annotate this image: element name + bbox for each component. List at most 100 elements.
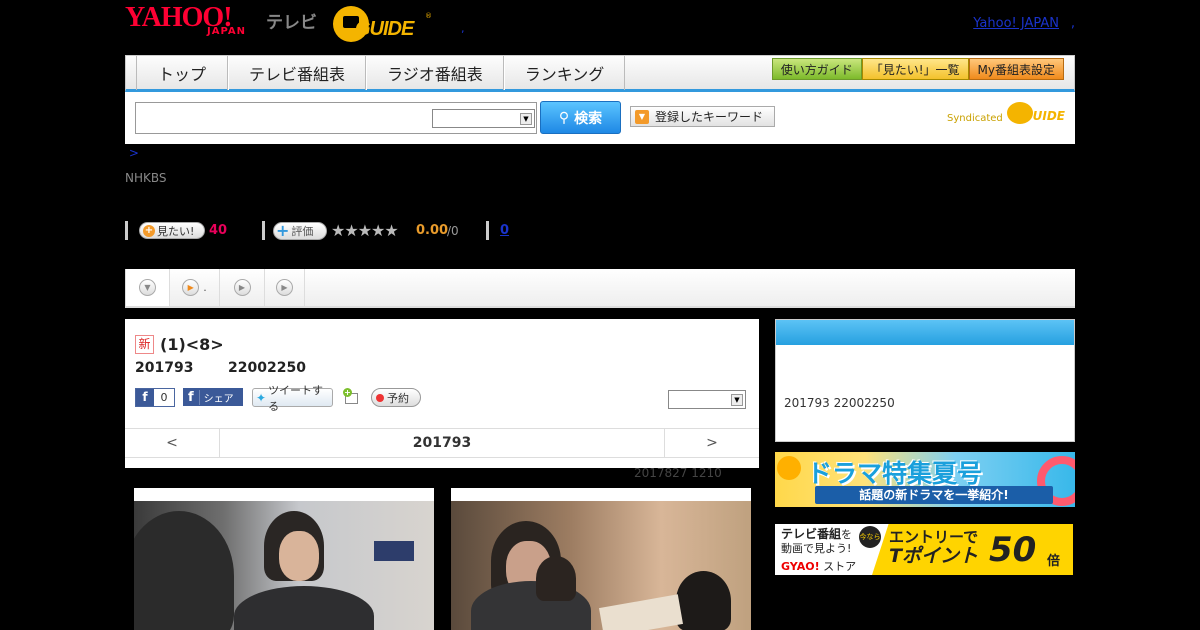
chevron-down-icon: ▼ (520, 113, 532, 125)
drama-banner-title: ドラマ特集夏号 (807, 459, 983, 488)
tab-cast[interactable]: ▶ (220, 269, 265, 306)
rate-button[interactable]: + 評価 (273, 222, 327, 240)
reserve-label: 予約 (387, 391, 409, 405)
chevron-down-icon: ▼ (139, 279, 156, 296)
tpoint-multiplier: 50 (989, 530, 1037, 570)
chevron-down-icon: ▼ (731, 394, 743, 406)
registered-keywords-label: 登録したキーワード (655, 110, 764, 124)
star-icon: ★ (357, 221, 372, 240)
sidebar-header (776, 320, 1074, 345)
gyao-tpoint-banner[interactable]: テレビ番組を 動画で見よう! GYAO! ストア 今なら エントリーで Tポイン… (775, 524, 1073, 575)
twitter-bird-icon: ✦ (256, 390, 267, 405)
plus-icon: + (143, 224, 155, 237)
rate-label: 評価 (291, 225, 314, 238)
nav-tab-ranking[interactable]: ランキング (503, 56, 626, 90)
want-to-watch-label: 見たい! (157, 224, 195, 238)
program-title: (1)<8> (160, 335, 224, 354)
facebook-icon: f (136, 389, 154, 406)
channel-name: NHKBS (125, 171, 167, 185)
header-link-sep: , (1070, 16, 1075, 31)
program-time: 22002250 (228, 360, 306, 376)
gguide-logo[interactable]: GUIDE ® (333, 6, 433, 42)
program-photo-image (451, 501, 751, 630)
breadcrumb: > (125, 146, 139, 160)
tab-detail[interactable]: ▶ . (170, 269, 220, 306)
program-tabs: ▼ ▶ . ▶ ▶ (125, 269, 1075, 308)
plus-icon: + (276, 221, 290, 240)
program-stats: + 見たい! 40 + 評価 ★★★★★ 0.00 /0 0 (125, 221, 725, 241)
gguide-g-icon (1006, 102, 1033, 124)
program-photo-1[interactable] (134, 488, 434, 630)
tv-logo-text[interactable]: テレビ (266, 8, 317, 33)
yahoo-japan-logo-text: JAPAN (207, 26, 246, 37)
prev-episode-button[interactable]: < (125, 429, 220, 458)
program-photo-image (134, 501, 434, 630)
tab-overview[interactable]: ▼ (125, 269, 170, 306)
program-date: 201793 (135, 360, 194, 376)
reserve-button[interactable]: 予約 (371, 388, 421, 407)
play-icon: ▶ (276, 279, 293, 296)
star-icon: ★ (371, 221, 385, 240)
new-badge: 新 (135, 335, 154, 354)
imanara-badge: 今なら (859, 526, 881, 548)
stat-divider (486, 221, 489, 240)
nav-buttons: 使い方ガイド 「見たい!」一覧 My番組表設定 (771, 58, 1064, 80)
facebook-share-button[interactable]: f シェア (183, 388, 243, 406)
play-icon: ▶ (233, 279, 251, 296)
star-icon: ★ (344, 221, 358, 240)
program-photo-2[interactable] (451, 488, 751, 630)
nav-tab-radio-schedule[interactable]: ラジオ番組表 (366, 56, 504, 90)
tweet-label: ツイートする (268, 383, 324, 413)
facebook-icon: f (183, 389, 200, 405)
want-to-watch-list-button[interactable]: 「見たい!」一覧 (861, 58, 969, 80)
tpoint-multiplier-unit: 倍 (1047, 554, 1061, 569)
search-icon: ⚲ (558, 109, 570, 126)
record-dot-icon (376, 393, 384, 402)
play-icon: ▶ (182, 279, 200, 296)
facebook-like-button[interactable]: f 0 (135, 388, 175, 407)
drama-banner-subtitle: 話題の新ドラマを一挙紹介! (815, 486, 1053, 504)
current-episode-date: 201793 (412, 435, 472, 451)
search-button-label: 検索 (574, 110, 603, 127)
tab-related[interactable]: ▶ (265, 269, 305, 306)
want-to-watch-count: 40 (209, 223, 228, 238)
tpoint-entry-text: エントリーで Tポイント (889, 528, 979, 567)
star-icon: ★ (384, 221, 398, 240)
chevron-down-icon: ▼ (635, 109, 649, 124)
usage-guide-button[interactable]: 使い方ガイド (771, 58, 862, 80)
header-dot: , (461, 22, 465, 35)
tweet-button[interactable]: ✦ ツイートする (252, 384, 333, 413)
sun-icon (777, 456, 801, 480)
yahoo-japan-link[interactable]: Yahoo! JAPAN (973, 16, 1059, 31)
registered-keywords-button[interactable]: ▼ 登録したキーワード (630, 106, 775, 127)
site-header: YAHOO! JAPAN テレビ GUIDE ® , Yahoo! JAPAN … (125, 0, 1075, 55)
nav-tabs: トップ テレビ番組表 ラジオ番組表 ランキング (136, 56, 626, 90)
page-wrapper: YAHOO! JAPAN テレビ GUIDE ® , Yahoo! JAPAN … (125, 0, 1075, 630)
want-to-watch-button[interactable]: + 見たい! (139, 222, 205, 239)
program-action-select[interactable]: ▼ (668, 390, 746, 409)
sidebar-broadcast-info: 201793 22002250 (784, 396, 895, 410)
my-schedule-settings-button[interactable]: My番組表設定 (968, 58, 1064, 80)
rating-score: 0.00 (416, 223, 449, 238)
next-episode-button[interactable]: > (664, 429, 759, 458)
gyao-logo: GYAO! ストア (781, 560, 857, 573)
breadcrumb-sep: > (128, 146, 139, 160)
tab-detail-label: . (203, 281, 207, 294)
syndicated-text: Syndicated (947, 112, 1003, 124)
nav-tab-top[interactable]: トップ (136, 56, 229, 90)
search-button[interactable]: ⚲ 検索 (540, 101, 621, 134)
review-count-link[interactable]: 0 (500, 223, 509, 238)
drama-special-banner[interactable]: ドラマ特集夏号 話題の新ドラマを一挙紹介! (775, 452, 1075, 507)
episode-nav: < 201793 > (125, 428, 759, 458)
sidebar-info-box: 201793 22002250 (775, 319, 1075, 442)
facebook-like-count: 0 (160, 391, 168, 404)
updated-date: 2017827 1210 (634, 466, 722, 480)
program-panel: 新 (1)<8> 201793 22002250 f 0 f シェア ✦ ツイー… (125, 319, 759, 468)
add-calendar-icon[interactable]: + (343, 388, 360, 405)
star-icon: ★ (331, 221, 345, 240)
facebook-share-label: シェア (203, 393, 234, 405)
nav-tab-tv-schedule[interactable]: テレビ番組表 (228, 56, 367, 90)
search-category-select[interactable]: ▼ (432, 109, 535, 128)
gyao-banner-left-text: テレビ番組を 動画で見よう! (781, 527, 853, 555)
syndicated-gguide-logo: Syndicated GUIDE (947, 102, 1065, 124)
